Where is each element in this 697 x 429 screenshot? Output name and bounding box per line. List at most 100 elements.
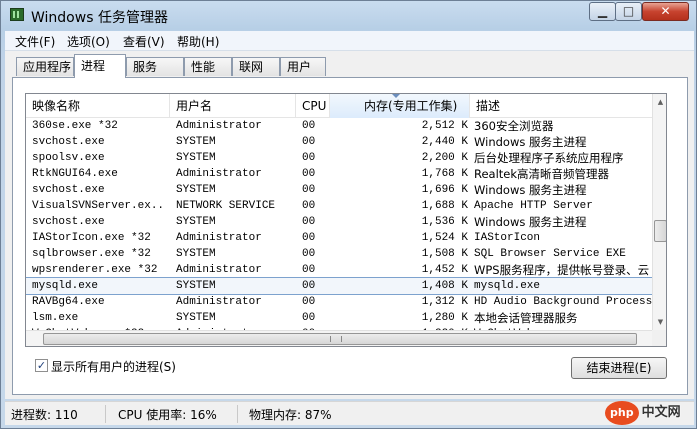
title-bar[interactable]: Windows 任务管理器 ▁ □ ✕: [1, 1, 696, 29]
process-memory: 1,768 K: [421, 168, 468, 180]
process-row[interactable]: sqlbrowser.exe *32 SYSTEM 00 1,508 K SQL Bro…: [26, 246, 652, 262]
tab-applications[interactable]: 应用程序: [16, 57, 74, 76]
process-description: SQL Browser Service EXE: [474, 248, 626, 260]
process-memory: 2,200 K: [421, 152, 468, 164]
process-image-name: svchost.exe: [32, 136, 105, 148]
process-row[interactable]: 360se.exe *32 Administrator 00 2,512 K 360安全…: [26, 118, 652, 134]
watermark-logo: php 中文网: [605, 401, 693, 425]
tab-networking[interactable]: 联网: [232, 57, 280, 76]
process-image-name: spoolsv.exe: [32, 152, 105, 164]
process-user-name: NETWORK SERVICE: [176, 200, 276, 212]
column-header-row: 映像名称 用户名 CPU 内存(专用工作集) 描述: [26, 94, 652, 118]
show-all-users-label[interactable]: 显示所有用户的进程(S): [51, 358, 176, 375]
process-user-name: SYSTEM: [176, 184, 216, 196]
tab-processes[interactable]: 进程: [74, 54, 126, 78]
status-bar: 进程数: 110 CPU 使用率: 16% 物理内存: 87%: [5, 401, 694, 425]
process-description: Windows 服务主进程: [474, 135, 587, 149]
status-cpu-usage: CPU 使用率: 16%: [118, 408, 217, 422]
menu-view[interactable]: 查看(V): [123, 33, 165, 50]
process-image-name: svchost.exe: [32, 216, 105, 228]
maximize-button[interactable]: □: [615, 2, 642, 21]
process-description: HD Audio Background Process: [474, 296, 652, 308]
process-cpu: 00: [302, 280, 316, 292]
end-process-button[interactable]: 结束进程(E): [571, 357, 667, 379]
process-memory: 1,536 K: [421, 216, 468, 228]
process-image-name: VisualSVNServer.ex...: [32, 200, 162, 212]
process-row[interactable]: svchost.exe SYSTEM 00 1,696 K Windows 服务主进程: [26, 182, 652, 198]
process-memory: 1,452 K: [421, 264, 468, 276]
close-button[interactable]: ✕: [642, 2, 689, 21]
vertical-scroll-thumb[interactable]: [654, 220, 666, 242]
menu-options[interactable]: 选项(O): [67, 33, 110, 50]
process-user-name: SYSTEM: [176, 312, 216, 324]
process-memory: 1,312 K: [421, 296, 468, 308]
show-all-users-checkbox[interactable]: ✓: [35, 359, 48, 372]
tab-services[interactable]: 服务: [126, 57, 184, 76]
process-image-name: svchost.exe: [32, 184, 105, 196]
status-process-count: 进程数: 110: [11, 408, 78, 422]
process-memory: 1,508 K: [421, 248, 468, 260]
process-user-name: Administrator: [176, 264, 262, 276]
process-row[interactable]: svchost.exe SYSTEM 00 2,440 K Windows 服务主进程: [26, 134, 652, 150]
process-row[interactable]: RAVBg64.exe Administrator 00 1,312 K HD Audi…: [26, 294, 652, 310]
process-cpu: 00: [302, 232, 316, 244]
process-description: Realtek高清晰音频管理器: [474, 167, 610, 181]
menu-file[interactable]: 文件(F): [15, 33, 55, 50]
process-description: IAStorIcon: [474, 232, 541, 244]
process-row[interactable]: svchost.exe SYSTEM 00 1,536 K Windows 服务主进程: [26, 214, 652, 230]
process-cpu: 00: [302, 312, 316, 324]
process-user-name: SYSTEM: [176, 152, 216, 164]
column-image-name[interactable]: 映像名称: [26, 94, 170, 118]
process-image-name: IAStorIcon.exe *32: [32, 232, 151, 244]
process-description: WPS服务程序，提供帐号登录、云: [474, 263, 650, 277]
process-image-name: mysqld.exe: [32, 280, 99, 292]
process-user-name: SYSTEM: [176, 248, 216, 260]
horizontal-scroll-thumb[interactable]: [43, 333, 637, 345]
process-row[interactable]: mysqld.exe SYSTEM 00 1,408 K mysqld.exe: [26, 277, 652, 295]
vertical-scrollbar[interactable]: ▲ ▼: [652, 94, 666, 330]
process-cpu: 00: [302, 120, 316, 132]
scroll-grip-icon: [330, 336, 342, 342]
process-row[interactable]: VisualSVNServer.ex... NETWORK SERVICE 00 1,…: [26, 198, 652, 214]
process-cpu: 00: [302, 216, 316, 228]
process-cpu: 00: [302, 264, 316, 276]
process-row[interactable]: spoolsv.exe SYSTEM 00 2,200 K 后台处理程序子系统应用程序: [26, 150, 652, 166]
minimize-button[interactable]: ▁: [589, 2, 616, 21]
process-memory: 1,524 K: [421, 232, 468, 244]
column-cpu[interactable]: CPU: [296, 94, 330, 118]
process-description: 后台处理程序子系统应用程序: [474, 151, 624, 165]
status-divider: [105, 405, 106, 423]
menu-help[interactable]: 帮助(H): [177, 33, 219, 50]
tab-users[interactable]: 用户: [280, 57, 326, 76]
process-user-name: SYSTEM: [176, 280, 216, 292]
process-list[interactable]: 映像名称 用户名 CPU 内存(专用工作集) 描述 360se.exe *32 A…: [25, 93, 667, 347]
process-rows: 360se.exe *32 Administrator 00 2,512 K 360安全…: [26, 118, 652, 330]
horizontal-scrollbar[interactable]: [26, 330, 652, 346]
process-user-name: SYSTEM: [176, 216, 216, 228]
process-description: 360安全浏览器: [474, 119, 554, 133]
watermark-badge: php: [605, 401, 639, 425]
process-row[interactable]: IAStorIcon.exe *32 Administrator 00 1,524 K…: [26, 230, 652, 246]
process-user-name: SYSTEM: [176, 136, 216, 148]
scroll-up-arrow-icon[interactable]: ▲: [653, 94, 666, 110]
process-cpu: 00: [302, 200, 316, 212]
process-image-name: sqlbrowser.exe *32: [32, 248, 151, 260]
process-cpu: 00: [302, 136, 316, 148]
watermark-text: 中文网: [641, 405, 681, 420]
process-image-name: lsm.exe: [32, 312, 79, 324]
process-image-name: wpsrenderer.exe *32: [32, 264, 158, 276]
process-cpu: 00: [302, 168, 316, 180]
process-row[interactable]: RtkNGUI64.exe Administrator 00 1,768 K Realt…: [26, 166, 652, 182]
window-title: Windows 任务管理器: [31, 10, 168, 26]
column-memory[interactable]: 内存(专用工作集): [330, 94, 470, 118]
task-manager-window: Windows 任务管理器 ▁ □ ✕ 文件(F) 选项(O) 查看(V) 帮助…: [0, 0, 697, 429]
process-row[interactable]: lsm.exe SYSTEM 00 1,280 K 本地会话管理器服务: [26, 310, 652, 326]
tab-performance[interactable]: 性能: [184, 57, 232, 76]
column-description[interactable]: 描述: [470, 94, 652, 118]
column-user-name[interactable]: 用户名: [170, 94, 296, 118]
process-memory: 1,280 K: [421, 312, 468, 324]
process-memory: 1,696 K: [421, 184, 468, 196]
scroll-down-arrow-icon[interactable]: ▼: [653, 314, 666, 330]
process-image-name: RtkNGUI64.exe: [32, 168, 118, 180]
process-row[interactable]: wpsrenderer.exe *32 Administrator 00 1,452 …: [26, 262, 652, 278]
